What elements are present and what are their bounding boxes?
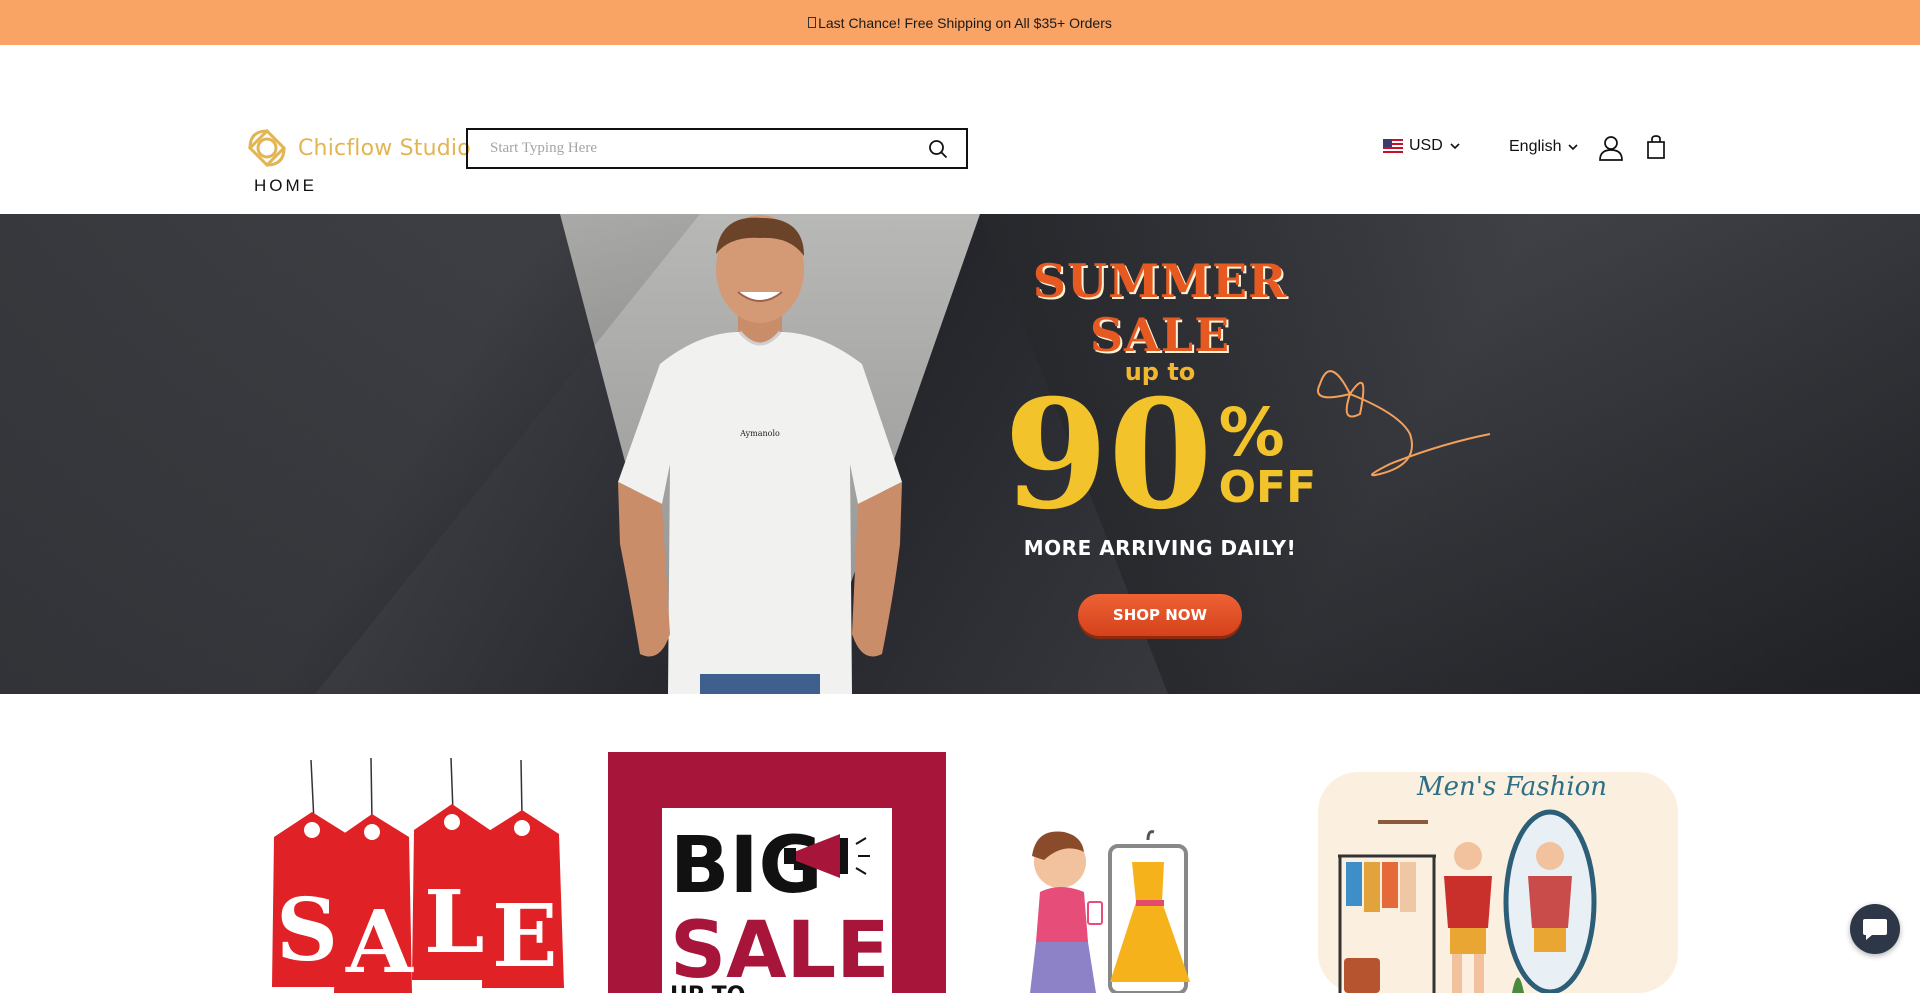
language-label: English — [1509, 138, 1562, 155]
shop-now-button[interactable]: SHOP NOW — [1078, 594, 1242, 636]
category-tile-sale[interactable]: S A L E — [254, 752, 590, 993]
sale-letter-e: E — [492, 886, 558, 987]
hero-subtitle: MORE ARRIVING DAILY! — [1023, 536, 1297, 560]
shopping-bag-icon[interactable] — [1644, 134, 1668, 160]
chevron-down-icon — [1568, 144, 1579, 151]
ribbon-bow-decoration — [1317, 370, 1491, 477]
woman-shopping-dress-image — [1030, 830, 1190, 993]
chevron-down-icon — [1450, 143, 1460, 150]
chat-bubble-icon — [1863, 919, 1887, 940]
search-input[interactable] — [468, 130, 910, 167]
mens-fashion-image: Men's Fashion — [1318, 772, 1678, 993]
announcement-text: Last Chance! Free Shipping on All $35+ O… — [818, 14, 1112, 31]
currency-selector[interactable]: USD — [1383, 137, 1461, 155]
account-icon[interactable] — [1598, 135, 1624, 161]
search-bar — [466, 128, 968, 169]
sale-tags-image: S A L E — [272, 757, 564, 993]
nav-item-home[interactable]: HOME — [254, 176, 317, 196]
hero-off: OFF — [1218, 462, 1317, 513]
big-sale-line3: UP TO — [670, 983, 745, 993]
announcement-bar: Last Chance! Free Shipping on All $35+ O… — [0, 0, 1920, 45]
mens-fashion-title: Men's Fashion — [1416, 772, 1607, 802]
brand-logo-icon — [247, 128, 287, 168]
currency-label: USD — [1409, 137, 1443, 154]
category-tiles: S A L E BIG SALE UP TO — [0, 752, 1920, 993]
sale-letter-a: A — [345, 892, 414, 993]
category-tile-big-sale[interactable]: BIG SALE UP TO — [608, 752, 946, 993]
big-sale-line2: SALE — [670, 906, 890, 993]
search-icon — [929, 139, 948, 158]
hero-percent: 90 — [1003, 367, 1213, 543]
hero-title: SUMMER SALE — [1032, 254, 1288, 362]
hero-banner[interactable]: Aymanolo SUMMER SALE up to 90 % OFF MORE… — [0, 214, 1920, 694]
site-header: Chicflow Studio USD English — [0, 45, 1920, 169]
language-selector[interactable]: English — [1509, 138, 1579, 156]
us-flag-icon — [1383, 139, 1403, 153]
big-sale-image: BIG SALE UP TO — [662, 808, 892, 993]
model-in-white-tshirt-image: Aymanolo — [618, 215, 902, 694]
hero-percent-sign: % — [1218, 394, 1285, 471]
category-tile-womens[interactable] — [964, 752, 1300, 993]
hero-discount: 90 % OFF — [990, 380, 1330, 530]
sale-letter-l: L — [424, 872, 484, 973]
search-button[interactable] — [910, 130, 966, 167]
tshirt-print-text: Aymanolo — [739, 429, 780, 438]
hero-promo: SUMMER SALE up to 90 % OFF MORE ARRIVING… — [990, 254, 1330, 636]
chat-button[interactable] — [1850, 904, 1900, 954]
category-tile-mens-fashion[interactable]: Men's Fashion — [1318, 752, 1678, 993]
brand-name: Chicflow Studio — [298, 135, 471, 161]
sale-letter-s: S — [276, 880, 338, 981]
missing-glyph-icon — [808, 17, 817, 28]
brand-logo[interactable]: Chicflow Studio — [242, 123, 471, 173]
big-sale-line1: BIG — [670, 821, 823, 911]
